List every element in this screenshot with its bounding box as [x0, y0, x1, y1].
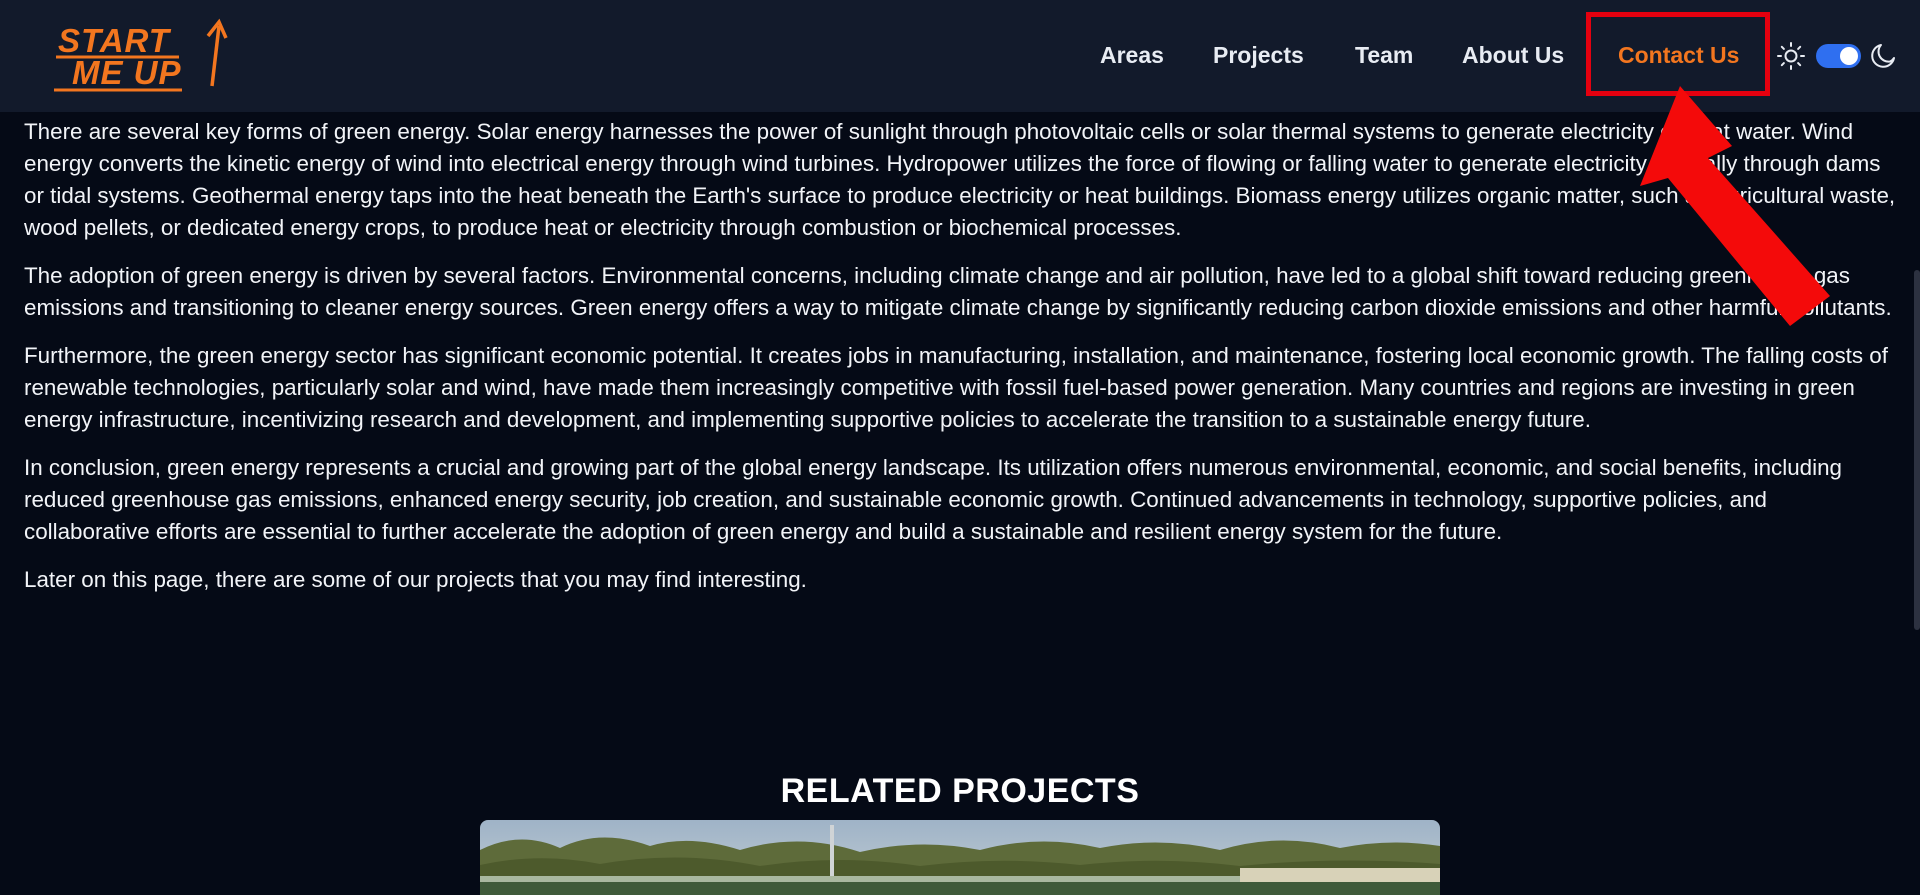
arrow-up-icon	[206, 18, 228, 87]
paragraph-adoption: The adoption of green energy is driven b…	[24, 263, 1892, 320]
logo: START ME UP	[54, 18, 228, 92]
toggle-knob	[1840, 47, 1858, 65]
moon-icon[interactable]	[1870, 41, 1898, 69]
logo-line2: ME UP	[72, 54, 182, 91]
article-content: There are several key forms of green ene…	[24, 116, 1896, 612]
paragraph-conclusion: In conclusion, green energy represents a…	[24, 455, 1843, 544]
logo-link[interactable]: START ME UP	[54, 18, 229, 94]
contact-highlight-box	[1586, 12, 1770, 96]
nav-projects[interactable]: Projects	[1213, 42, 1304, 69]
sun-icon[interactable]	[1776, 41, 1806, 71]
nav-team[interactable]: Team	[1355, 42, 1413, 69]
theme-toggle-switch[interactable]	[1816, 44, 1861, 68]
paragraph-projects-intro: Later on this page, there are some of ou…	[24, 567, 807, 592]
paragraph-forms: There are several key forms of green ene…	[24, 119, 1896, 240]
page-scrollbar[interactable]	[1914, 270, 1920, 630]
nav-areas[interactable]: Areas	[1100, 42, 1164, 69]
page: START ME UP Areas Projects Team About Us…	[0, 0, 1920, 895]
paragraph-economic: Furthermore, the green energy sector has…	[24, 343, 1888, 432]
project-image[interactable]	[480, 820, 1440, 895]
related-projects-title: RELATED PROJECTS	[780, 772, 1140, 811]
nav-about-us[interactable]: About Us	[1462, 42, 1564, 69]
site-header: START ME UP Areas Projects Team About Us…	[0, 0, 1920, 112]
